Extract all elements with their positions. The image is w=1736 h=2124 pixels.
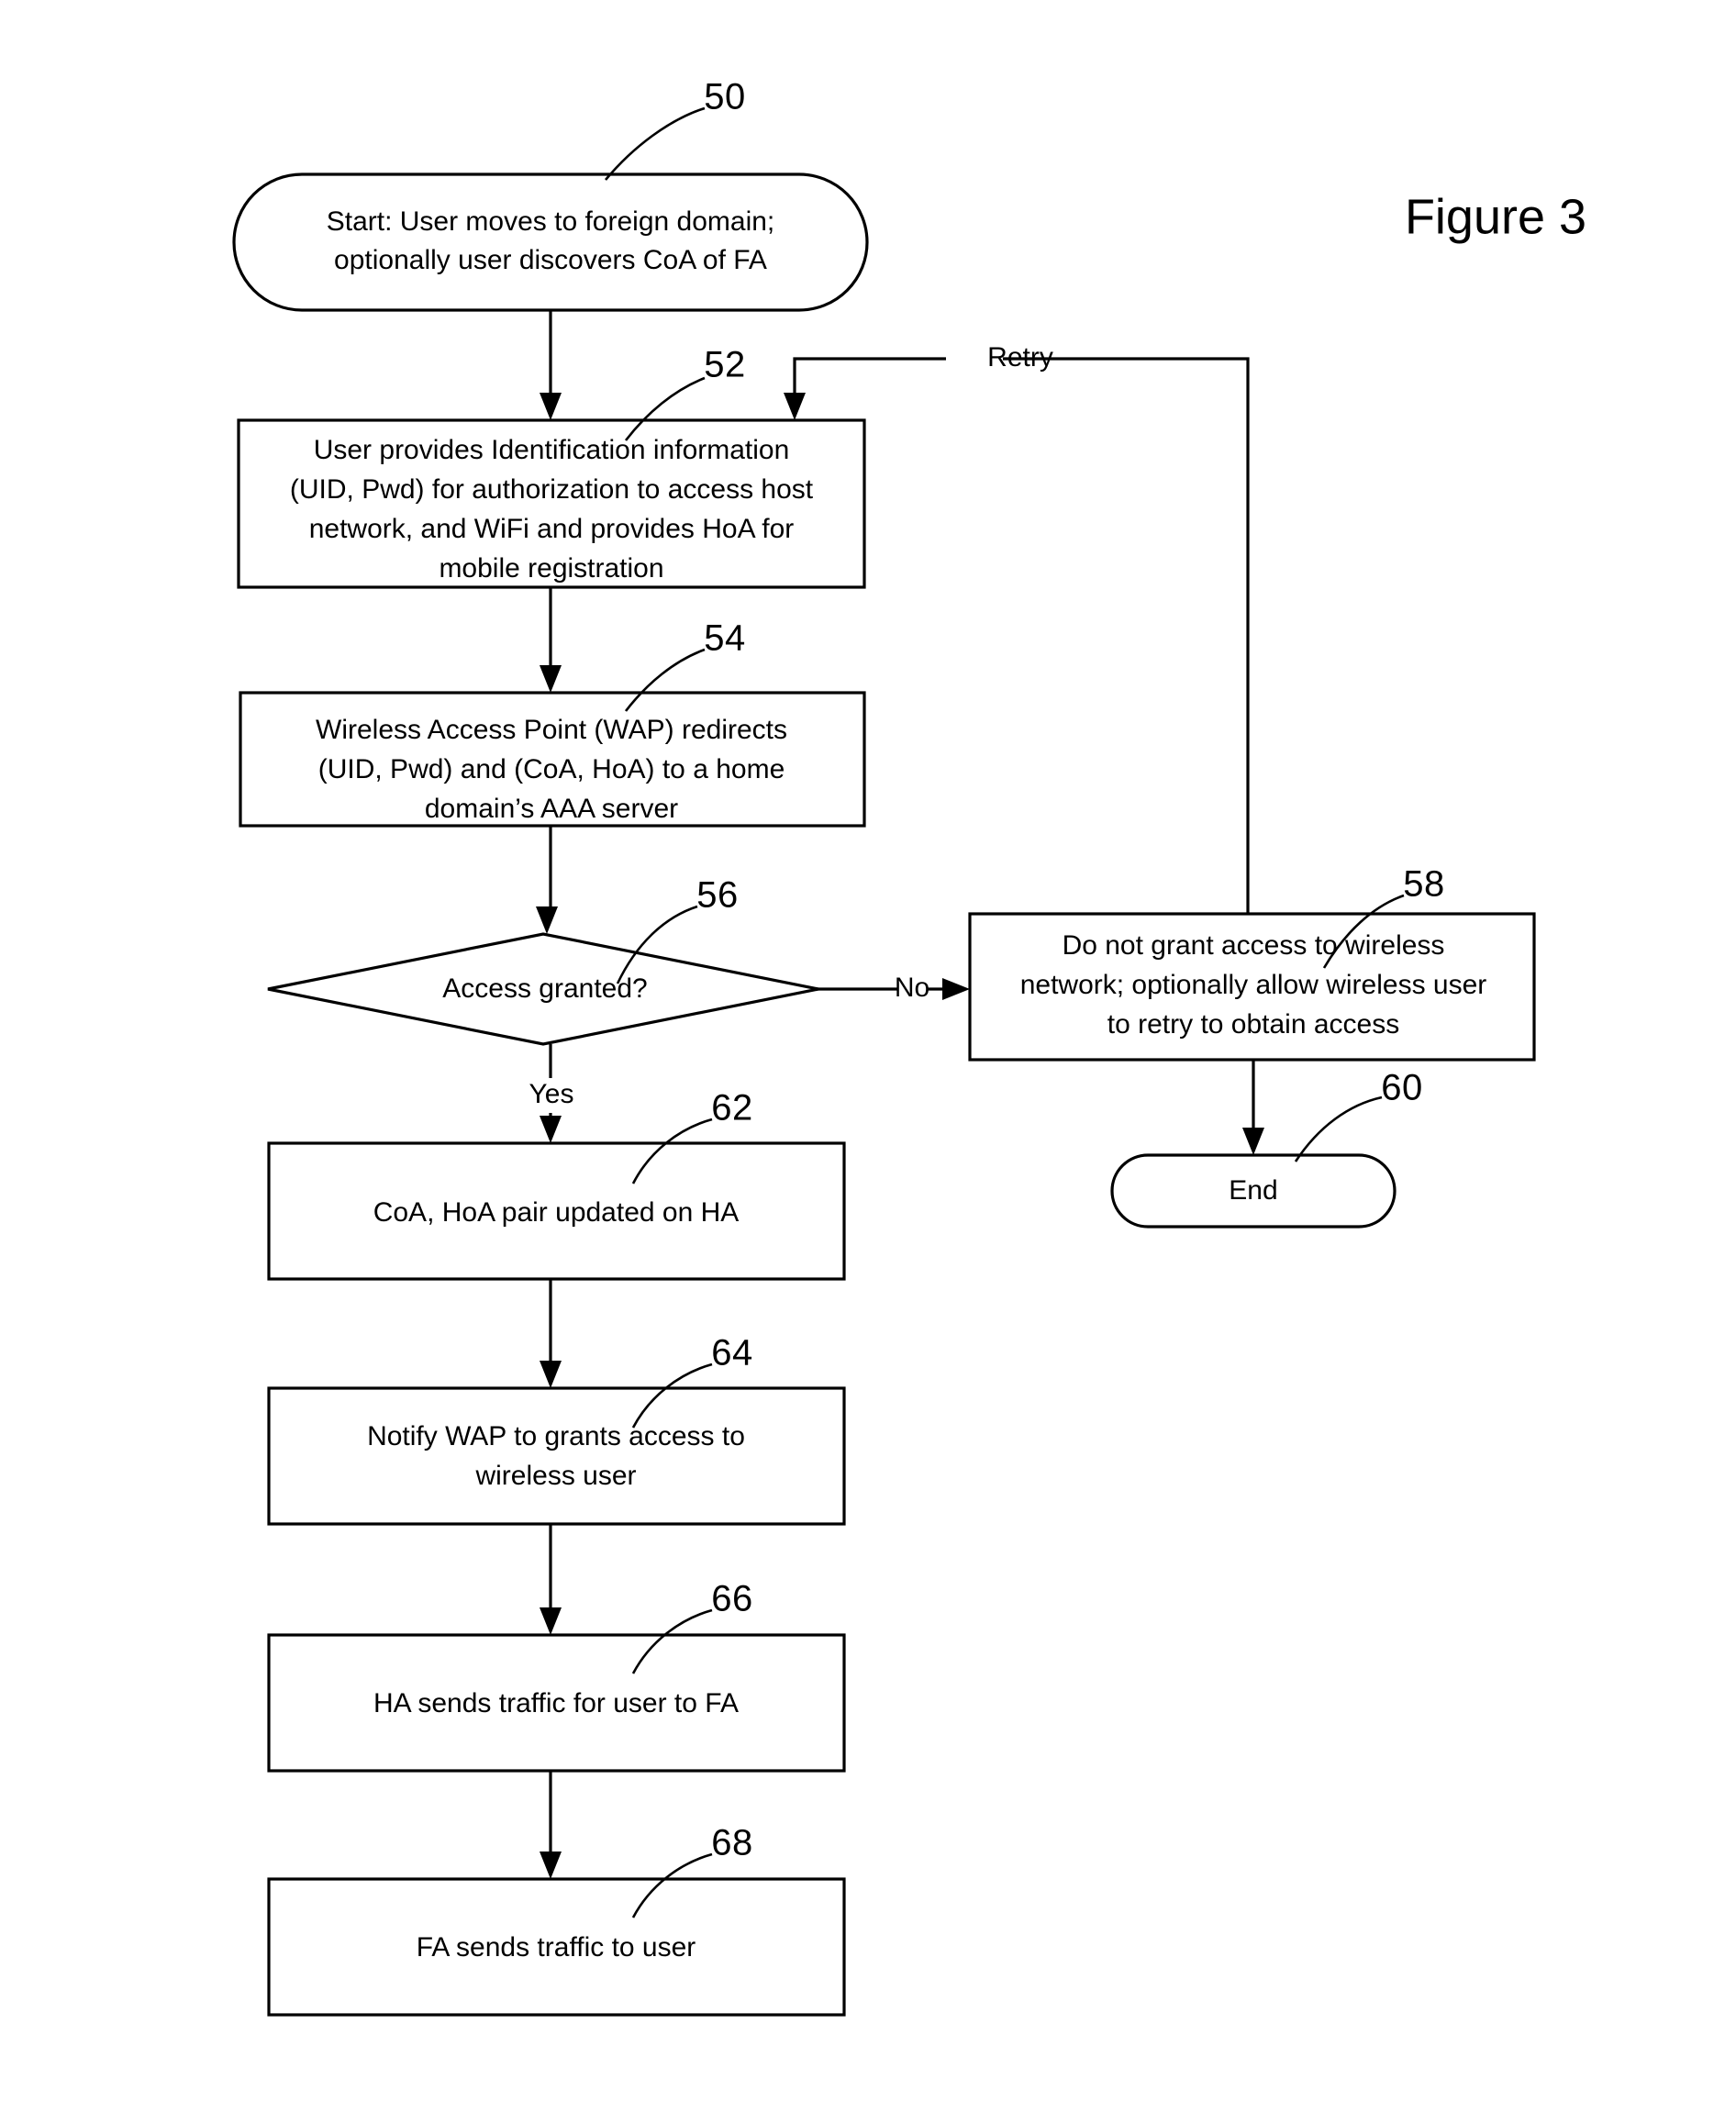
arrowhead-decision-to-update [540,1116,562,1143]
leader-60 [1294,1095,1383,1162]
node-identify-line-2: (UID, Pwd) for authorization to access h… [290,474,814,505]
ref-numeral-56: 56 [696,875,739,916]
ref-numeral-68: 68 [711,1823,753,1863]
node-update-label: CoA, HoA pair updated on HA [373,1197,740,1228]
node-ha-traffic-label: HA sends traffic for user to FA [373,1688,739,1718]
arrowhead-retry-to-identify [784,393,806,420]
edge-label-retry: Retry [987,342,1053,373]
arrowhead-decision-to-deny [942,978,970,1000]
node-redirect-line-2: (UID, Pwd) and (CoA, HoA) to a home [318,754,785,784]
node-start-line-1: Start: User moves to foreign domain; [327,206,775,237]
node-deny-line-3: to retry to obtain access [1107,1009,1400,1040]
ref-numeral-62: 62 [711,1088,753,1129]
ref-numeral-52: 52 [704,345,746,385]
ref-numeral-54: 54 [704,618,746,659]
figure-page: Start: User moves to foreign domain; opt… [0,0,1736,2124]
node-identify-line-4: mobile registration [439,553,663,584]
node-deny-line-1: Do not grant access to wireless [1063,930,1445,961]
ref-numeral-50: 50 [704,77,746,117]
node-notify-line-2: wireless user [474,1461,636,1491]
arrowhead-start-to-identify [540,393,562,420]
connector-retry-left [793,357,946,406]
node-start-line-2: optionally user discovers CoA of FA [334,245,767,275]
node-fa-traffic-label: FA sends traffic to user [417,1932,696,1963]
arrowhead-redirect-to-decision [536,906,558,934]
arrowhead-update-to-notify [540,1361,562,1388]
leader-50 [605,106,706,181]
arrowhead-ha-to-fa [540,1852,562,1879]
node-redirect-line-1: Wireless Access Point (WAP) redirects [316,715,787,745]
node-end-label: End [1229,1175,1277,1206]
ref-numeral-66: 66 [711,1579,753,1619]
node-decision-label: Access granted? [442,973,647,1004]
arrowhead-notify-to-ha [540,1607,562,1635]
node-deny-line-2: network; optionally allow wireless user [1020,970,1487,1000]
edge-label-no: No [895,973,929,1003]
ref-numeral-58: 58 [1403,864,1445,905]
arrowhead-identify-to-redirect [540,665,562,693]
node-notify-line-1: Notify WAP to grants access to [367,1421,745,1451]
arrowhead-deny-to-end [1242,1128,1264,1155]
ref-numeral-64: 64 [711,1333,753,1373]
edge-label-yes: Yes [529,1079,574,1109]
ref-numeral-60: 60 [1381,1068,1423,1108]
node-notify-shape [267,1386,846,1526]
node-identify-line-1: User provides Identification information [314,435,790,465]
connector-retry-right [1003,357,1250,914]
node-redirect-line-3: domain’s AAA server [425,794,678,824]
figure-title: Figure 3 [1405,189,1586,244]
node-start-shape [232,172,869,312]
node-identify-line-3: network, and WiFi and provides HoA for [309,514,795,544]
flowchart-canvas: Start: User moves to foreign domain; opt… [232,77,1586,2017]
